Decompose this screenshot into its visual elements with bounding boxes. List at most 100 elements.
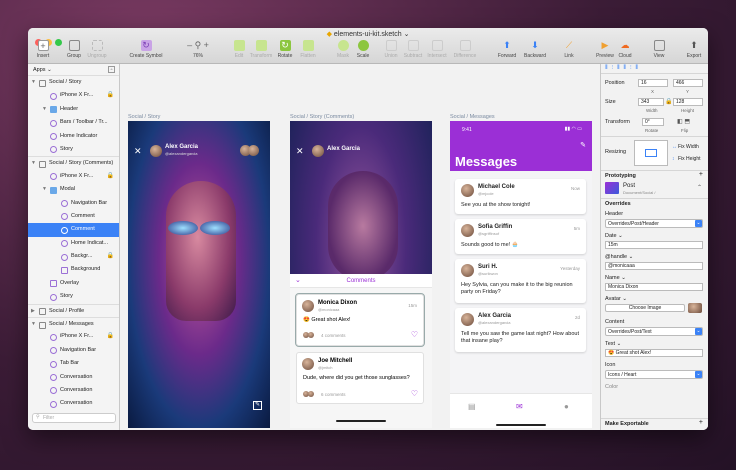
export-button[interactable]: ⬆ Export [681,40,707,59]
disclosure-closed-icon[interactable]: ▶ [31,305,35,317]
layer-row[interactable]: Overlay [28,277,119,290]
heart-icon[interactable]: ♡ [411,330,418,339]
layer-row[interactable]: iPhone X Fr... 🔒 [28,89,119,102]
icon-override-select[interactable]: Icons / Heart ⌄ [605,370,703,379]
date-override-input[interactable]: 15m [605,241,703,249]
layer-row[interactable]: Home Indicator [28,130,119,143]
width-input[interactable]: 343 [638,98,664,106]
prototyping-section[interactable]: Prototyping + [601,170,708,180]
artboard-story[interactable]: ✕ Alex Garcia @alexandergarcia ✎ [128,121,270,428]
avatar-override-label[interactable]: Avatar ⌄ [605,296,627,302]
plus-icon[interactable]: + [699,171,703,178]
avatar[interactable] [312,145,324,157]
handle-override-label[interactable]: @handle ⌄ [605,254,633,260]
layer-row[interactable]: Comment [28,210,119,223]
lock-icon[interactable]: 🔒 [107,170,114,183]
scale-button[interactable]: Scale [350,40,376,59]
layer-row[interactable]: Background [28,263,119,276]
lock-icon[interactable]: 🔒 [107,89,114,102]
fix-height-icon[interactable]: ↕ [672,156,675,162]
height-input[interactable]: 128 [673,98,703,106]
date-override-label[interactable]: Date ⌄ [605,233,623,239]
layer-row[interactable]: iPhone X Fr... 🔒 [28,330,119,343]
text-override-input[interactable]: 😍 Great shot Alex! [605,349,703,357]
layer-row[interactable]: ▼ Social / Story [28,76,119,89]
layer-row[interactable]: Conversation [28,384,119,397]
insert-button[interactable]: + Insert [30,40,56,59]
subtract-button[interactable]: Subtract [400,40,426,59]
layer-row[interactable]: Backgr... 🔒 [28,250,119,263]
close-icon[interactable]: ✕ [296,146,304,157]
intersect-button[interactable]: Intersect [424,40,450,59]
forward-button[interactable]: ⬆ Forward [493,40,521,59]
link-button[interactable]: ⟋ Link [556,40,582,59]
view-button[interactable]: View [646,40,672,59]
layer-row[interactable]: Comment [28,223,119,237]
close-icon[interactable]: ✕ [134,146,142,157]
layer-row[interactable]: ▶ Social / Profile [28,303,119,317]
lock-icon[interactable]: 🔒 [107,330,114,343]
resizing-control[interactable] [634,140,668,166]
layer-row[interactable]: Home Indicat... [28,237,119,250]
content-override-select[interactable]: Overrides/Post/Text ⌄ [605,327,703,336]
conversation-row[interactable]: Alex Garcia @alexandergarcia 2d Tell me … [455,308,586,352]
layer-row[interactable]: ▼ Social / Messages [28,317,119,330]
layer-row[interactable]: Conversation [28,397,119,410]
artboard-messages[interactable]: 9:41 ▮▮ ◠ ▭ Messages ✎ Michael Cole @mjc… [450,121,592,428]
avatar[interactable] [150,145,162,157]
disclosure-open-icon[interactable]: ▼ [42,183,47,196]
layer-row[interactable]: ▼ Modal [28,183,119,196]
comment-count[interactable]: 4 comments [321,333,346,338]
backward-button[interactable]: ⬇ Backward [520,40,550,59]
plus-icon[interactable]: + [699,419,703,426]
cloud-button[interactable]: ☁ Cloud [612,40,638,59]
layer-row[interactable]: iPhone X Fr... 🔒 [28,170,119,183]
name-override-input[interactable]: Monica Dixon [605,283,703,291]
comment-card[interactable]: Monica Dixon @monicaaa 15m 😍 Great shot … [295,293,425,347]
disclosure-open-icon[interactable]: ▼ [31,157,36,169]
header-override-select[interactable]: Overrides/Post/Header ⌄ [605,219,703,228]
disclosure-open-icon[interactable]: ▼ [42,103,47,116]
layer-row[interactable]: Bars / Toolbar / Tr... [28,116,119,129]
lock-icon[interactable]: 🔒 [107,250,114,263]
pages-panel-icon[interactable]: ▫ [108,66,115,73]
x-input[interactable]: 16 [638,79,668,87]
flip-icon[interactable]: ◧ ⬒ [677,118,690,125]
avatar[interactable] [248,145,259,156]
zoom-control[interactable]: – ⚲ +76% [183,40,213,59]
make-exportable-section[interactable]: Make Exportable + [601,418,708,430]
transform-button[interactable]: Transform [248,40,274,59]
choose-image-button[interactable]: Choose Image [605,304,685,312]
compose-icon[interactable]: ✎ [580,141,586,149]
comment-count[interactable]: 6 comments [321,392,346,397]
pages-selector[interactable]: Apps ⌄ ▫ [28,64,119,76]
difference-button[interactable]: Difference [450,40,480,59]
layer-row[interactable]: ▼ Social / Story (Comments) [28,156,119,169]
feed-icon[interactable]: ▤ [468,402,476,411]
conversation-row[interactable]: Sofia Griffin @sgriffinsof 5m Sounds goo… [455,219,586,254]
layer-row[interactable]: Story [28,290,119,303]
filter-input[interactable]: ⚲ Filter [32,413,116,423]
compose-icon[interactable]: ✎ [253,401,262,410]
alignment-bar[interactable]: ⫴⫶⫴⫴⫶⫴ [601,64,708,74]
ungroup-button[interactable]: Ungroup [84,40,110,59]
text-override-label[interactable]: Text ⌄ [605,341,621,347]
conversation-row[interactable]: Michael Cole @mjcole Now See you at the … [455,179,586,214]
disclosure-open-icon[interactable]: ▼ [31,76,36,89]
mail-icon[interactable]: ✉ [516,402,523,411]
layer-row[interactable]: Navigation Bar [28,197,119,210]
fix-width-label[interactable]: Fix Width [678,144,699,150]
handle-override-input[interactable]: @monicaaa [605,262,703,270]
conversation-row[interactable]: Suri H. @surikwon Yesterday Hey Sylvia, … [455,259,586,303]
canvas[interactable]: Social / Story ✕ Alex Garcia @alexanderg… [120,64,600,430]
fix-width-icon[interactable]: ↔ [672,144,677,150]
layer-row[interactable]: ▼ Header [28,103,119,116]
layer-row[interactable]: Conversation [28,371,119,384]
profile-icon[interactable]: ● [564,402,569,411]
chevron-icon[interactable]: ⌃ [697,184,702,191]
disclosure-open-icon[interactable]: ▼ [31,318,36,330]
y-input[interactable]: 466 [673,79,703,87]
layer-row[interactable]: Tab Bar [28,357,119,370]
rotate-input[interactable]: 0° [642,118,664,126]
create-symbol-button[interactable]: ↻ Create Symbol [126,40,166,59]
